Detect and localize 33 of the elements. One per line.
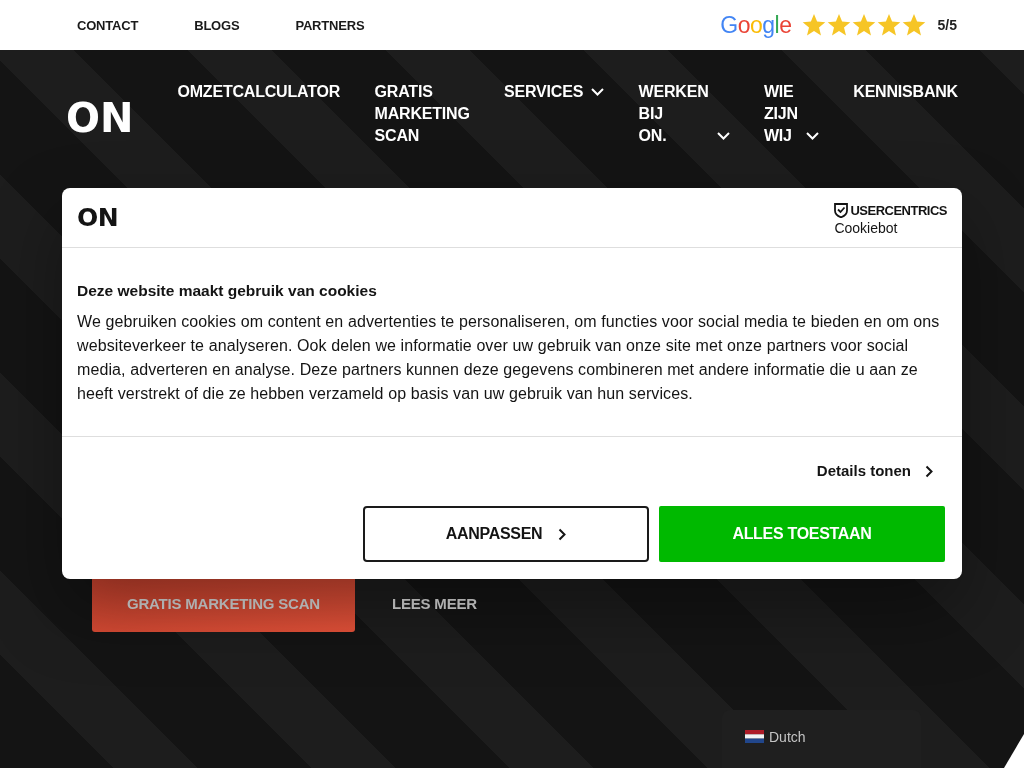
nav-link[interactable]: WIE ZIJN WIJ	[763, 81, 819, 147]
nav-link[interactable]: WERKEN BIJ ON.	[638, 81, 730, 147]
chevron-down-icon	[591, 88, 605, 96]
read-more-link[interactable]: LEES MEER	[392, 575, 477, 632]
nav-link[interactable]: KENNISBANK	[853, 81, 958, 103]
top-nav-link[interactable]: CONTACT	[77, 17, 139, 33]
site-logo[interactable]: ON	[66, 98, 134, 138]
dialog-logo: ON	[77, 203, 119, 232]
chevron-down-icon	[716, 132, 730, 140]
dialog-text: We gebruiken cookies om content en advertenties te personaliseren, om functies voor social media te bieden en om ons websiteverkeer te analyseren. Ook delen we informatie over uw gebruik van onze site met onze partners voor social media, adverteren en analyse. Deze partners kunnen deze gegevens combineren met andere informatie die u aan ze heeft verstrekt of die ze hebben verzameld op basis van uw gebruik van hun services.	[77, 312, 941, 404]
corner-shape	[1004, 734, 1024, 768]
provider-name: USERCENTRICS	[850, 201, 947, 220]
nav-link[interactable]: OMZETCALCULATOR	[177, 81, 341, 103]
shield-check-icon	[834, 203, 849, 218]
chevron-right-icon	[558, 527, 567, 541]
details-link[interactable]: Details tonen	[816, 462, 933, 480]
flag-icon	[745, 730, 764, 743]
nav-link[interactable]: GRATIS MARKETING SCAN	[374, 81, 470, 147]
dialog-title: Deze website maakt gebruik van cookies	[77, 281, 378, 301]
star-icon	[876, 13, 901, 37]
customize-button[interactable]: AANPASSEN	[363, 506, 649, 562]
provider-product: Cookiebot	[834, 219, 898, 236]
star-icon	[851, 13, 876, 37]
chevron-right-icon	[925, 464, 933, 478]
star-icon	[826, 13, 851, 37]
chevron-down-icon	[805, 132, 819, 140]
nav-link[interactable]: SERVICES	[504, 81, 605, 103]
star-icon	[901, 13, 926, 37]
google-logo: Google	[720, 13, 792, 37]
top-nav-link[interactable]: PARTNERS	[295, 17, 365, 33]
top-nav-link[interactable]: BLOGS	[194, 17, 240, 33]
rating-score: 5/5	[937, 17, 957, 33]
star-icon	[801, 13, 826, 37]
